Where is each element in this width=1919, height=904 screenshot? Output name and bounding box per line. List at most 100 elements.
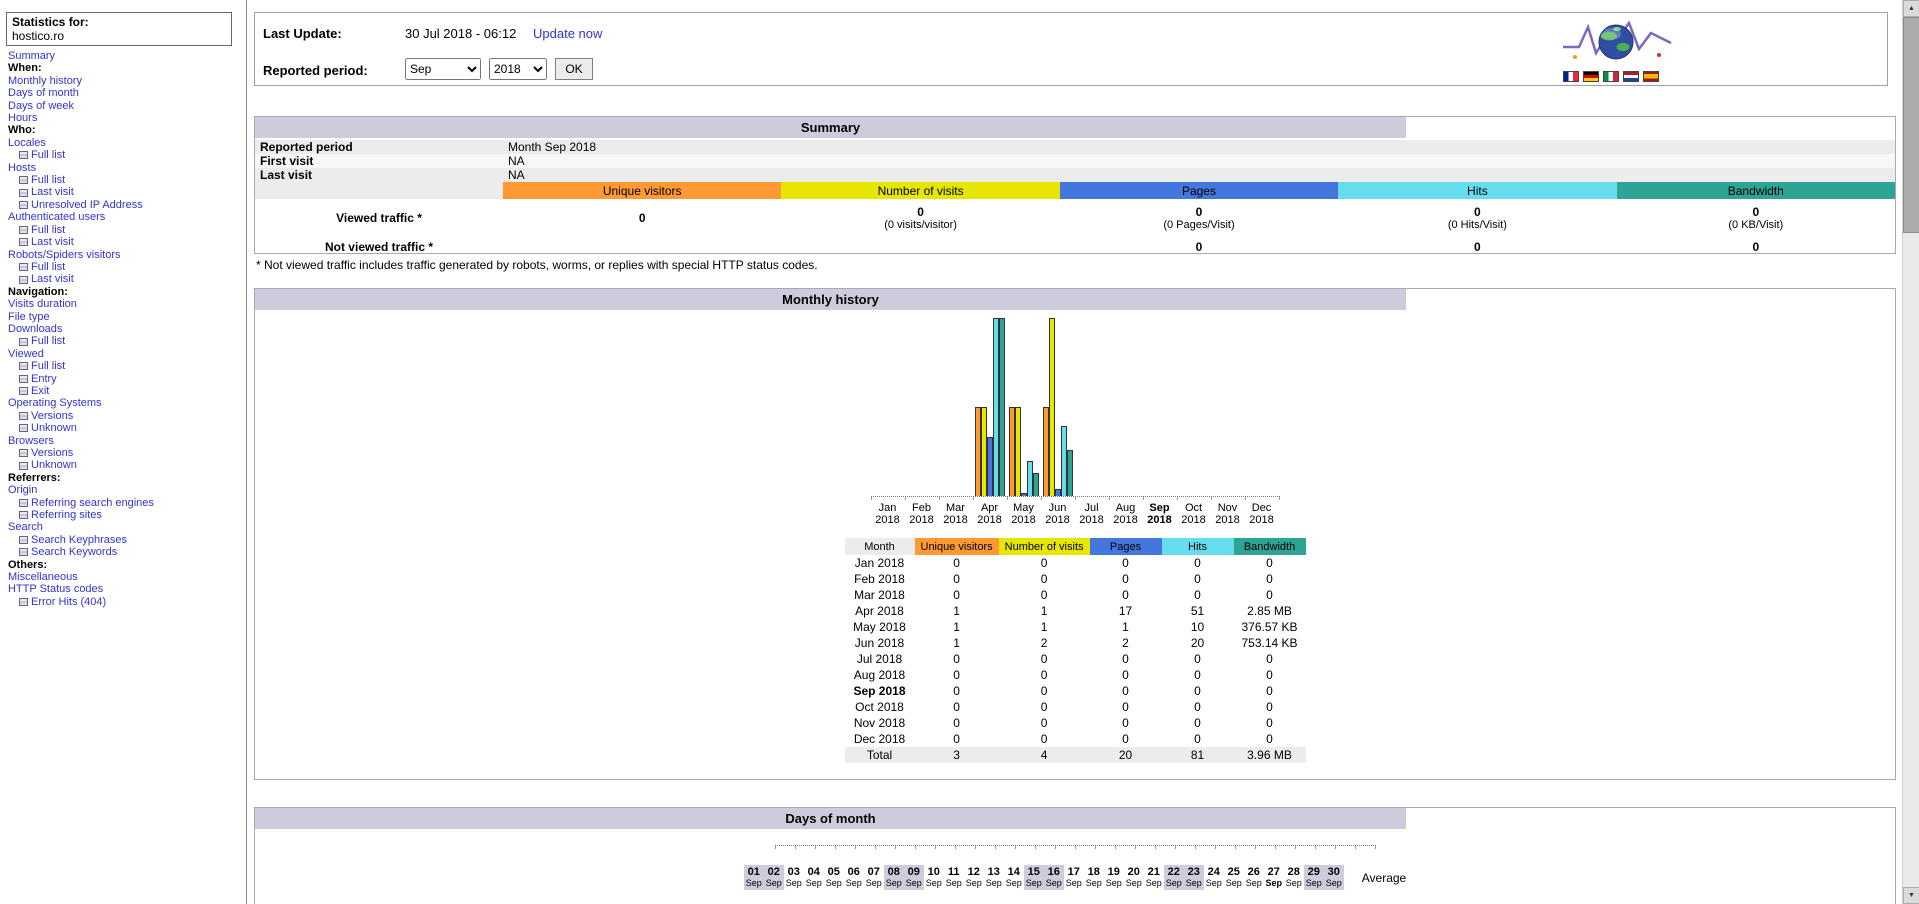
sidebar-subitem-unresolved-ip-address: Unresolved IP Address [8, 199, 154, 211]
sidebar-item-origin[interactable]: Origin [8, 484, 154, 496]
month-select[interactable]: Sep [405, 58, 481, 80]
sidebar-subitem-referring-search-engines: Referring search engines [8, 497, 154, 509]
list-icon [19, 387, 28, 395]
value-cell: 20 [1162, 635, 1234, 651]
sidebar-item-full-list[interactable]: Full list [31, 261, 65, 273]
monthly-history-section: Monthly history Jan2018Feb2018Mar2018Apr… [254, 288, 1896, 780]
day-month: Sep [1204, 878, 1224, 888]
sidebar-item-locales[interactable]: Locales [8, 137, 154, 149]
col-bandwidth: Bandwidth [1234, 538, 1306, 555]
sidebar-section-others: Others: [8, 559, 154, 571]
value-cell: 0 [1162, 683, 1234, 699]
flag-es-icon[interactable] [1643, 71, 1659, 82]
flag-fr-icon[interactable] [1563, 71, 1579, 82]
day-number: 02 [764, 866, 784, 878]
sidebar-item-hours[interactable]: Hours [8, 112, 154, 124]
sidebar-item-referring-search-engines[interactable]: Referring search engines [31, 497, 154, 509]
sidebar-item-full-list[interactable]: Full list [31, 174, 65, 186]
day-number: 25 [1224, 866, 1244, 878]
value-cell: 0 [1162, 667, 1234, 683]
monthly-table-row: Jul 201800000 [845, 651, 1306, 667]
days-chart-baseline [775, 845, 1376, 849]
sidebar-item-authenticated-users[interactable]: Authenticated users [8, 211, 154, 223]
sidebar-item-referring-sites[interactable]: Referring sites [31, 509, 102, 521]
sidebar-item-file-type[interactable]: File type [8, 311, 154, 323]
chart-month-sep-2018 [1143, 318, 1177, 496]
day-month: Sep [1184, 878, 1204, 888]
sidebar-item-summary[interactable]: Summary [8, 50, 154, 62]
sidebar-item-search-keyphrases[interactable]: Search Keyphrases [31, 534, 127, 546]
viewed-main-value: 0 [1065, 205, 1333, 219]
flag-nl-icon[interactable] [1623, 71, 1639, 82]
sidebar-item-search-keywords[interactable]: Search Keywords [31, 546, 117, 558]
day-cell-13: 13Sep [984, 865, 1004, 890]
statistics-for-box: Statistics for: hostico.ro [6, 12, 232, 46]
statistics-for-label: Statistics for: [12, 15, 226, 29]
value-cell: 0 [1090, 555, 1162, 571]
sidebar-item-last-visit[interactable]: Last visit [31, 186, 74, 198]
sidebar-item-unknown[interactable]: Unknown [31, 422, 77, 434]
sidebar-item-versions[interactable]: Versions [31, 447, 73, 459]
not-viewed-traffic-value [781, 237, 1059, 255]
value-cell: 1 [915, 635, 999, 651]
sidebar-item-entry[interactable]: Entry [31, 373, 57, 385]
sidebar-item-unresolved-ip-address[interactable]: Unresolved IP Address [31, 199, 143, 211]
summary-info-row: Last visitNA [255, 168, 1895, 182]
sidebar-item-versions[interactable]: Versions [31, 410, 73, 422]
year-select[interactable]: 2018 [489, 58, 547, 80]
sidebar-item-http-status-codes[interactable]: HTTP Status codes [8, 583, 154, 595]
day-month: Sep [744, 878, 764, 888]
update-now-link[interactable]: Update now [533, 26, 602, 41]
sidebar-item-full-list[interactable]: Full list [31, 360, 65, 372]
day-number: 29 [1304, 866, 1324, 878]
day-cell-20: 20Sep [1124, 865, 1144, 890]
summary-info-label: Last visit [255, 168, 503, 182]
value-cell: 0 [999, 651, 1090, 667]
vertical-scrollbar[interactable]: ▲ ▼ [1902, 0, 1919, 904]
value-cell: 0 [915, 571, 999, 587]
day-month: Sep [1064, 878, 1084, 888]
ok-button[interactable]: OK [555, 58, 593, 80]
scrollbar-thumb[interactable] [1903, 17, 1919, 233]
day-number: 12 [964, 866, 984, 878]
sidebar-item-hosts[interactable]: Hosts [8, 162, 154, 174]
value-cell: 1 [915, 603, 999, 619]
day-cell-01: 01Sep [744, 865, 764, 890]
sidebar-item-downloads[interactable]: Downloads [8, 323, 154, 335]
sidebar-item-full-list[interactable]: Full list [31, 149, 65, 161]
sidebar-item-viewed[interactable]: Viewed [8, 348, 154, 360]
sidebar-item-browsers[interactable]: Browsers [8, 435, 154, 447]
scrollbar-up-icon[interactable]: ▲ [1903, 0, 1919, 17]
sidebar-item-days-of-week[interactable]: Days of week [8, 100, 154, 112]
sidebar-item-full-list[interactable]: Full list [31, 335, 65, 347]
total-value: 4 [999, 747, 1090, 763]
sidebar-item-last-visit[interactable]: Last visit [31, 273, 74, 285]
value-cell: 0 [915, 731, 999, 747]
sidebar-item-monthly-history[interactable]: Monthly history [8, 75, 154, 87]
sidebar-item-full-list[interactable]: Full list [31, 224, 65, 236]
month-label-may-2018: May2018 [1007, 502, 1041, 526]
sidebar-item-miscellaneous[interactable]: Miscellaneous [8, 571, 154, 583]
sidebar-item-exit[interactable]: Exit [31, 385, 49, 397]
sidebar-item-days-of-month[interactable]: Days of month [8, 87, 154, 99]
sidebar-item-visits-duration[interactable]: Visits duration [8, 298, 154, 310]
sidebar-item-error-hits-404[interactable]: Error Hits (404) [31, 596, 106, 608]
value-cell: 0 [999, 715, 1090, 731]
sidebar-item-operating-systems[interactable]: Operating Systems [8, 397, 154, 409]
month-label-year: 2018 [939, 514, 973, 526]
month-label-dec-2018: Dec2018 [1245, 502, 1279, 526]
total-value: 20 [1090, 747, 1162, 763]
awstats-logo[interactable] [1561, 15, 1673, 69]
flag-de-icon[interactable] [1583, 71, 1599, 82]
sidebar-item-unknown[interactable]: Unknown [31, 459, 77, 471]
col-hits: Hits [1338, 182, 1616, 199]
day-cell-07: 07Sep [864, 865, 884, 890]
awstats-page: Statistics for: hostico.ro SummaryWhen:M… [0, 0, 1919, 904]
sidebar-item-search[interactable]: Search [8, 521, 154, 533]
flag-it-icon[interactable] [1603, 71, 1619, 82]
sidebar-item-last-visit[interactable]: Last visit [31, 236, 74, 248]
scrollbar-down-icon[interactable]: ▼ [1903, 887, 1919, 904]
last-update-value: 30 Jul 2018 - 06:12 [405, 26, 516, 41]
sidebar-item-robots-spiders-visitors[interactable]: Robots/Spiders visitors [8, 249, 154, 261]
list-icon [19, 375, 28, 383]
